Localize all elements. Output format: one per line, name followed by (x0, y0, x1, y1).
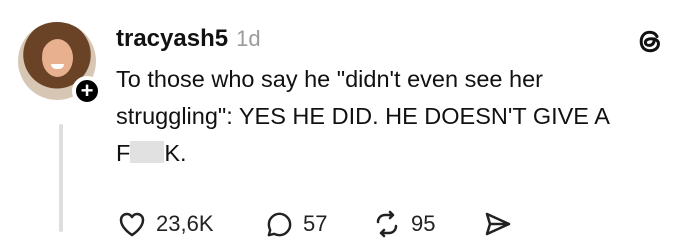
post-text-line: To those who say he "didn't even see her (116, 66, 543, 92)
threads-logo-icon[interactable] (635, 25, 667, 57)
thread-line (59, 124, 63, 232)
post-header: tracyash5 1d (116, 25, 261, 55)
heart-icon (119, 212, 145, 237)
timestamp: 1d (236, 26, 261, 51)
post-text-fragment: K. (164, 140, 187, 166)
repost-button[interactable]: 95 (371, 208, 435, 240)
like-count: 23,6K (156, 211, 214, 236)
share-icon (485, 212, 511, 236)
repost-count: 95 (411, 211, 436, 236)
repost-icon (376, 210, 398, 238)
avatar[interactable]: + (18, 22, 102, 106)
censor-block (130, 141, 165, 163)
reply-count: 57 (303, 211, 328, 236)
like-button[interactable]: 23,6K (116, 208, 214, 240)
share-button[interactable] (482, 208, 514, 240)
comment-icon (267, 212, 292, 236)
follow-button[interactable]: + (72, 76, 102, 106)
reply-button[interactable]: 57 (264, 208, 327, 240)
post-text-fragment: F (116, 140, 131, 166)
post-text-line: struggling": YES HE DID. HE DOESN'T GIVE… (116, 103, 610, 129)
post-text-line: F K. (116, 135, 686, 172)
username[interactable]: tracyash5 (116, 25, 228, 53)
post-body: To those who say he "didn't even see her… (116, 61, 686, 172)
thread-post: + tracyash5 1d To those who say he "didn… (0, 0, 700, 244)
